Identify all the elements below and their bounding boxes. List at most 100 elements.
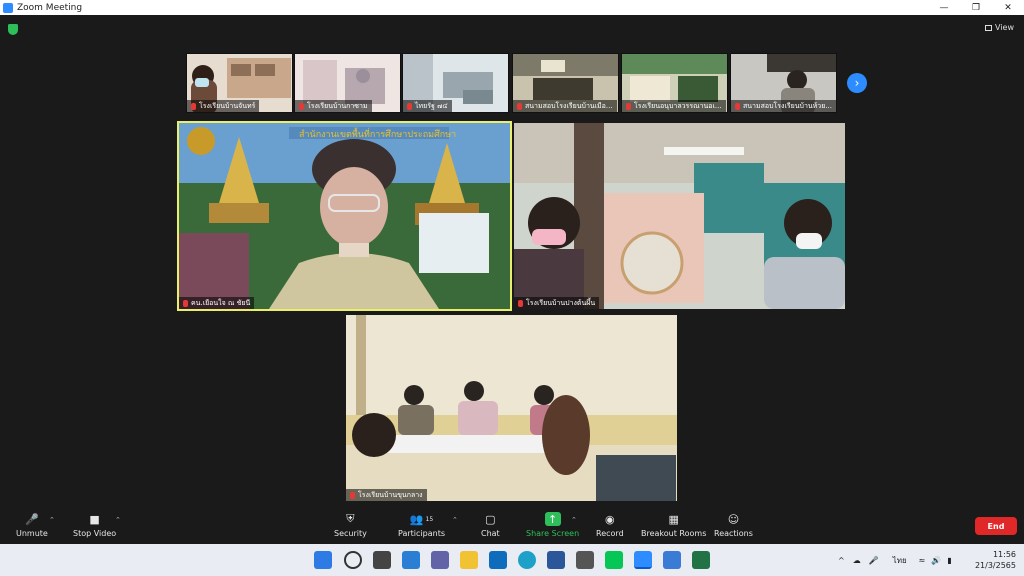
chat-bubble-icon: ▢ [485, 512, 496, 526]
wifi-icon[interactable]: ≈ [919, 556, 926, 565]
photos-icon[interactable] [663, 551, 681, 569]
muted-mic-icon [626, 102, 631, 110]
line-app-icon[interactable] [605, 551, 623, 569]
title-bar: Zoom Meeting — ❐ ✕ [0, 0, 1024, 15]
unmute-label: Unmute [16, 529, 48, 538]
gallery-tile-6[interactable]: สนามสอบโรงเรียนบ้านห้วย... [730, 53, 837, 113]
cloud-icon[interactable]: ☁ [853, 556, 861, 565]
search-icon[interactable] [344, 551, 362, 569]
gallery-tile-3[interactable]: ไทยรัฐ ๗๔ [402, 53, 509, 113]
audio-options-chevron-icon[interactable]: ⌃ [49, 516, 55, 524]
video-camera-icon: ■ [89, 512, 100, 526]
stop-video-button[interactable]: ■ Stop Video [73, 512, 117, 539]
video-options-chevron-icon[interactable]: ⌃ [115, 516, 121, 524]
meeting-toolbar: 🎤 Unmute ⌃ ■ Stop Video ⌃ ⛨ Security 👥 15… [0, 510, 1024, 544]
video-feed [514, 123, 845, 309]
participant-name: โรงเรียนบ้านปางต้นผึ้น [514, 297, 600, 309]
view-label: View [995, 23, 1014, 32]
gallery-tile-1[interactable]: โรงเรียนบ้านจันทร์ [186, 53, 293, 113]
encryption-shield-icon[interactable] [8, 24, 18, 35]
participant-name: สนามสอบโรงเรียนบ้านเมือ... [513, 100, 617, 112]
reactions-smiley-icon: ☺ [727, 512, 740, 526]
stop-video-label: Stop Video [73, 529, 117, 538]
next-page-arrow-icon[interactable]: › [847, 73, 867, 93]
participant-name-text: โรงเรียนบ้านกาซาม [307, 101, 368, 110]
participant-name-text: สนามสอบโรงเรียนบ้านห้วย... [743, 101, 832, 110]
participant-name-text: โรงเรียนบ้านปางต้นผึ้น [526, 298, 596, 307]
chat-button[interactable]: ▢ Chat [481, 512, 500, 539]
record-button[interactable]: ◉ Record [596, 512, 624, 539]
participant-name-text: คน.เยือนใจ ณ ชัยนี [191, 298, 251, 307]
volume-icon[interactable]: 🔊 [931, 556, 941, 565]
participants-label: Participants [398, 529, 445, 538]
clock-time: 11:56 [992, 550, 1016, 559]
window-controls: — ❐ ✕ [928, 0, 1024, 15]
file-explorer-icon[interactable] [460, 551, 478, 569]
grid-view-icon [985, 24, 993, 31]
gallery-tile-2[interactable]: โรงเรียนบ้านกาซาม [294, 53, 401, 113]
reactions-label: Reactions [714, 529, 753, 538]
share-options-chevron-icon[interactable]: ⌃ [571, 516, 577, 524]
view-button[interactable]: View [985, 23, 1014, 32]
participant-name: สนามสอบโรงเรียนบ้านห้วย... [731, 100, 836, 112]
microphone-icon[interactable]: 🎤 [869, 556, 879, 565]
minimize-icon[interactable]: — [928, 0, 960, 15]
participant-name-text: โรงเรียนบ้านขุนกลาง [358, 490, 423, 499]
participant-name: โรงเรียนบ้านกาซาม [295, 100, 372, 112]
participants-icon: 👥 15 [409, 512, 434, 526]
close-icon[interactable]: ✕ [992, 0, 1024, 15]
participants-count: 15 [425, 515, 434, 523]
mail-icon[interactable] [489, 551, 507, 569]
os-taskbar: ^ ☁ 🎤 ไทย ≈ 🔊 ▮ 11:56 21/3/2565 [0, 544, 1024, 576]
zoom-taskbar-icon[interactable] [634, 551, 652, 569]
tray-overflow-chevron-icon[interactable]: ^ [838, 556, 845, 565]
main-tile-3[interactable]: โรงเรียนบ้านขุนกลาง [346, 315, 677, 501]
zoom-app-icon [3, 2, 13, 13]
share-screen-arrow-icon: ↑ [544, 512, 561, 526]
unmute-button[interactable]: 🎤 Unmute [16, 512, 48, 539]
widgets-icon[interactable] [402, 551, 420, 569]
gallery-tile-4[interactable]: สนามสอบโรงเรียนบ้านเมือ... [512, 53, 619, 113]
participants-options-chevron-icon[interactable]: ⌃ [452, 516, 458, 524]
taskbar-clock[interactable]: 11:56 21/3/2565 [975, 549, 1016, 571]
participant-name: ไทยรัฐ ๗๔ [403, 100, 452, 112]
reactions-button[interactable]: ☺ Reactions [714, 512, 753, 539]
video-feed: สำนักงานเขตพื้นที่การศึกษาประถมศึกษา [179, 123, 510, 309]
participant-name: โรงเรียนบ้านจันทร์ [187, 100, 260, 112]
end-meeting-button[interactable]: End [975, 517, 1017, 535]
main-tile-2[interactable]: โรงเรียนบ้านปางต้นผึ้น [514, 123, 845, 309]
task-view-icon[interactable] [373, 551, 391, 569]
camera-app-icon[interactable] [576, 551, 594, 569]
muted-mic-icon [191, 102, 196, 110]
clock-date: 21/3/2565 [974, 561, 1016, 570]
muted-mic-icon [517, 102, 522, 110]
security-button[interactable]: ⛨ Security [334, 512, 367, 538]
shield-icon: ⛨ [346, 512, 355, 525]
breakout-rooms-button[interactable]: ▦ Breakout Rooms [641, 512, 707, 539]
start-menu-icon[interactable] [314, 551, 332, 569]
record-icon: ◉ [605, 512, 615, 526]
window-title: Zoom Meeting [17, 2, 83, 13]
word-icon[interactable] [547, 551, 565, 569]
muted-mic-icon [518, 299, 523, 307]
participants-button[interactable]: 👥 15 Participants [398, 512, 445, 539]
excel-icon[interactable] [692, 551, 710, 569]
gallery-tile-5[interactable]: โรงเรียนอนุบาลวรรณานอเ... [621, 53, 728, 113]
record-label: Record [596, 529, 624, 538]
teams-chat-icon[interactable] [431, 551, 449, 569]
muted-mic-icon [407, 102, 412, 110]
edge-browser-icon[interactable] [518, 551, 536, 569]
meeting-area: View โรงเรียนบ้านจันทร์ โรงเรียนบ้านกาซา… [0, 15, 1024, 510]
restore-icon[interactable]: ❐ [960, 0, 992, 15]
input-language[interactable]: ไทย [893, 554, 907, 567]
muted-mic-icon [735, 102, 740, 110]
muted-mic-icon [350, 491, 355, 499]
battery-icon[interactable]: ▮ [947, 556, 951, 565]
share-screen-label: Share Screen [526, 529, 580, 538]
muted-microphone-icon: 🎤 [25, 512, 39, 526]
participant-name: โรงเรียนอนุบาลวรรณานอเ... [622, 100, 726, 112]
breakout-rooms-label: Breakout Rooms [641, 529, 707, 538]
main-tile-active-speaker[interactable]: สำนักงานเขตพื้นที่การศึกษาประถมศึกษา คน.… [177, 121, 512, 311]
chat-label: Chat [481, 529, 500, 538]
participant-name-text: สนามสอบโรงเรียนบ้านเมือ... [525, 101, 613, 110]
